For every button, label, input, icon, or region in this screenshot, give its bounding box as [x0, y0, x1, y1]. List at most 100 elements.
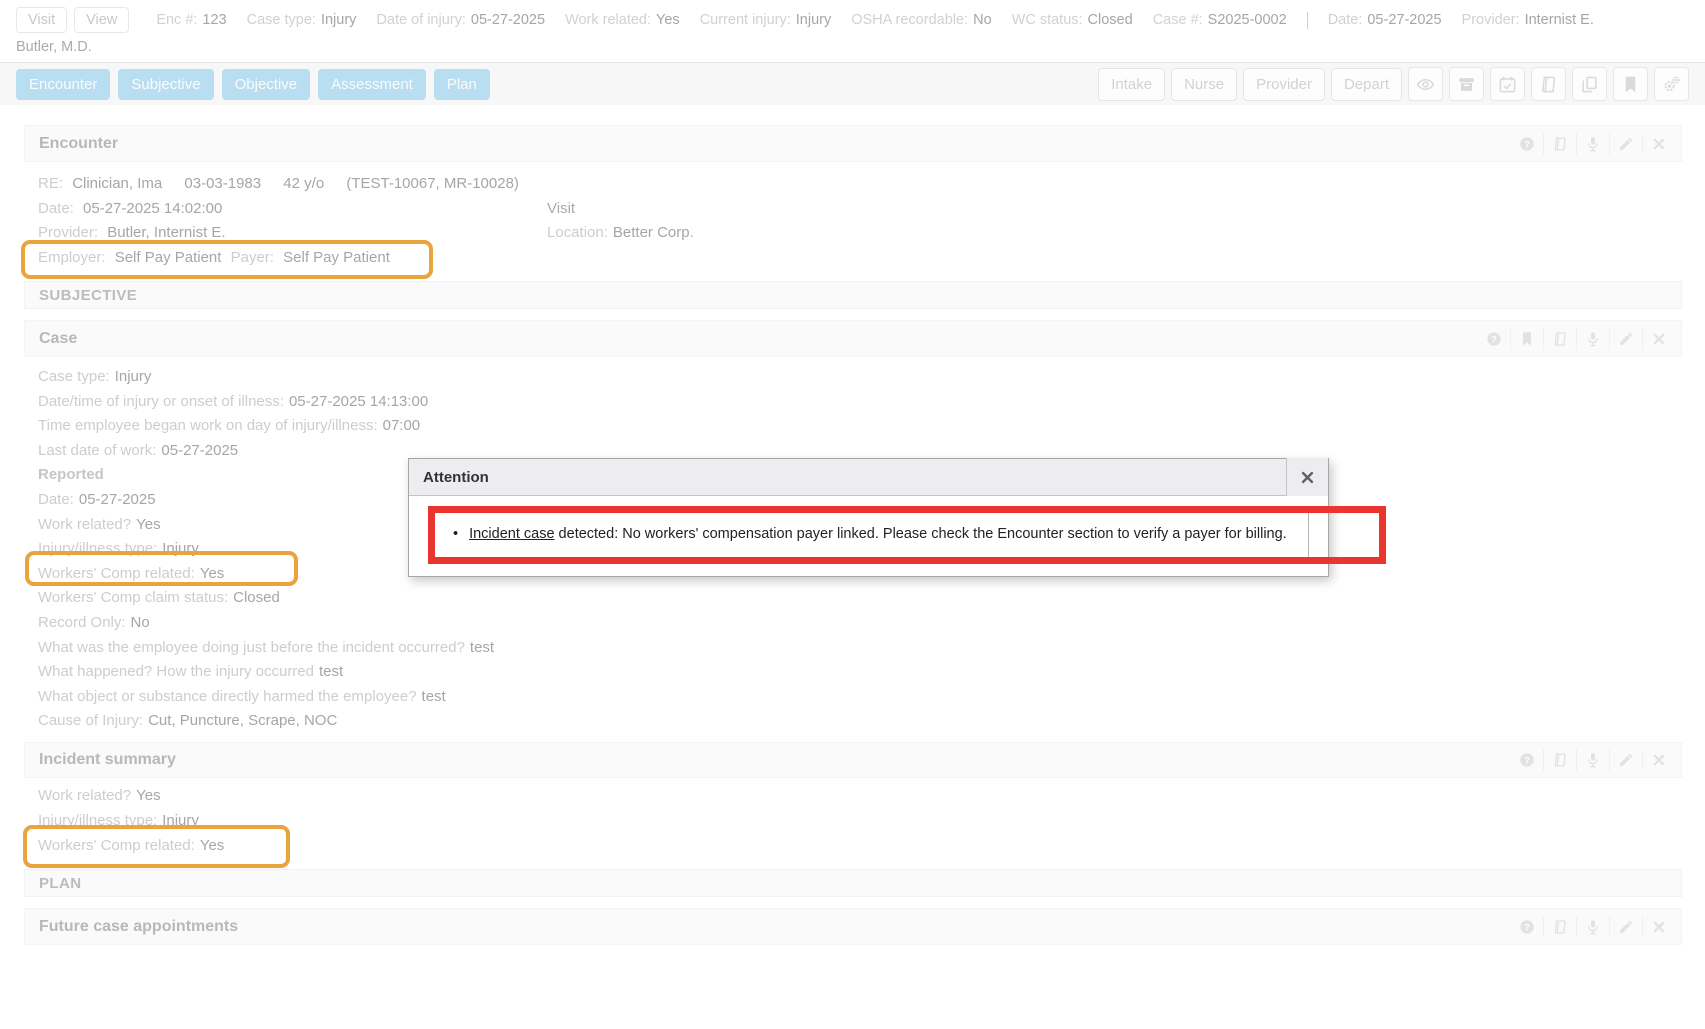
svg-text:?: ? — [1524, 922, 1530, 932]
employer-label: Employer: — [38, 249, 106, 266]
field-label: Workers' Comp related: — [38, 837, 195, 854]
close-icon[interactable] — [1642, 133, 1675, 155]
field-value: Yes — [200, 837, 224, 854]
workers-comp-related-row: Workers' Comp related: Yes — [38, 834, 1682, 859]
book-icon[interactable] — [1543, 916, 1576, 938]
field-value: 05-27-2025 — [1367, 12, 1441, 28]
incident-case-link[interactable]: Incident case — [469, 526, 554, 542]
payer-label: Payer: — [231, 249, 274, 266]
field-value: Injury — [796, 12, 831, 28]
bookmark-icon[interactable] — [1510, 328, 1543, 350]
incident-summary-section: Incident summary ? Work related?Yes Inju… — [24, 742, 1682, 858]
encounter-date-row: Date: 05-27-2025 14:02:00 Visit — [38, 197, 1682, 222]
plan-band: PLAN — [24, 869, 1682, 897]
section-title: Incident summary — [39, 751, 176, 769]
nurse-button[interactable]: Nurse — [1171, 68, 1237, 101]
eye-icon[interactable] — [1408, 67, 1443, 101]
field-row: What object or substance directly harmed… — [38, 685, 1682, 710]
tab-assessment[interactable]: Assessment — [318, 69, 426, 100]
microphone-icon[interactable] — [1576, 133, 1609, 155]
help-icon[interactable]: ? — [1510, 916, 1543, 938]
help-icon[interactable]: ? — [1477, 328, 1510, 350]
visit-heading: Visit — [547, 197, 575, 222]
gears-icon[interactable] — [1654, 67, 1689, 101]
field-label: Date/time of injury or onset of illness: — [38, 393, 284, 410]
location-field: Location:Better Corp. — [547, 221, 694, 246]
edit-icon[interactable] — [1609, 328, 1642, 350]
field-value: No — [131, 614, 150, 631]
book-icon[interactable] — [1543, 328, 1576, 350]
tab-plan[interactable]: Plan — [434, 69, 490, 100]
book-icon[interactable] — [1543, 749, 1576, 771]
field-value: 123 — [202, 12, 226, 28]
header-divider — [1307, 12, 1308, 29]
re-label: RE: — [38, 175, 63, 192]
encounter-toolbar: Encounter Subjective Objective Assessmen… — [0, 62, 1705, 105]
field-label: Provider: — [1462, 12, 1520, 28]
tab-encounter[interactable]: Encounter — [16, 69, 110, 100]
depart-button[interactable]: Depart — [1331, 68, 1402, 101]
book-icon[interactable] — [1531, 67, 1566, 101]
help-icon[interactable]: ? — [1510, 749, 1543, 771]
provider-button[interactable]: Provider — [1243, 68, 1325, 101]
field-value: Yes — [136, 787, 160, 804]
payer-value: Self Pay Patient — [283, 249, 390, 266]
field-label: Date: — [1328, 12, 1363, 28]
field-value: Injury — [115, 368, 152, 385]
field-value: Injury — [321, 12, 356, 28]
intake-button[interactable]: Intake — [1098, 68, 1165, 101]
field-row: Date/time of injury or onset of illness:… — [38, 390, 1682, 415]
visit-heading-text: Visit — [547, 200, 575, 217]
patient-re-row: RE: Clinician, Ima 03-03-1983 42 y/o (TE… — [38, 172, 1682, 197]
field-label: Injury/illness type: — [38, 540, 157, 557]
field-value: Injury — [162, 540, 199, 557]
encounter-provider-row: Provider: Butler, Internist E. Location:… — [38, 221, 1682, 246]
edit-icon[interactable] — [1609, 133, 1642, 155]
field-row: Workers' Comp claim status:Closed — [38, 586, 1682, 611]
close-icon[interactable] — [1642, 328, 1675, 350]
field-label: Record Only: — [38, 614, 126, 631]
microphone-icon[interactable] — [1576, 749, 1609, 771]
toolbar-right-group: Intake Nurse Provider Depart — [1098, 67, 1689, 101]
visit-button[interactable]: Visit — [16, 7, 67, 33]
edit-icon[interactable] — [1609, 916, 1642, 938]
tab-objective[interactable]: Objective — [222, 69, 311, 100]
encounter-page: Visit View Enc #:123 Case type:Injury Da… — [0, 0, 1705, 1029]
encounter-section: Encounter ? RE: Clinician, Ima 03-03-198… — [24, 125, 1682, 270]
field-value: No — [973, 12, 992, 28]
tab-subjective[interactable]: Subjective — [118, 69, 213, 100]
section-title: Case — [39, 330, 77, 348]
provider-name-wrap: Butler, M.D. — [16, 39, 1689, 55]
close-icon[interactable] — [1642, 749, 1675, 771]
case-number-field: Case #:S2025-0002 — [1153, 12, 1287, 28]
attention-modal-header: Attention — [409, 459, 1328, 496]
section-title: Encounter — [39, 135, 118, 153]
field-value: S2025-0002 — [1208, 12, 1287, 28]
microphone-icon[interactable] — [1576, 916, 1609, 938]
close-icon[interactable] — [1642, 916, 1675, 938]
case-header-bar: Visit View Enc #:123 Case type:Injury Da… — [0, 0, 1705, 58]
field-value: 07:00 — [383, 417, 421, 434]
alert-message-box: •Incident case detected: No workers' com… — [428, 510, 1309, 559]
copy-icon[interactable] — [1572, 67, 1607, 101]
field-label: WC status: — [1012, 12, 1083, 28]
close-icon[interactable] — [1286, 458, 1328, 496]
alert-message-text: detected: No workers' compensation payer… — [555, 526, 1287, 542]
provider-field: Provider:Internist E. — [1462, 12, 1594, 28]
field-label: Enc #: — [156, 12, 197, 28]
edit-icon[interactable] — [1609, 749, 1642, 771]
bookmark-icon[interactable] — [1613, 67, 1648, 101]
help-icon[interactable]: ? — [1510, 133, 1543, 155]
field-label: Work related? — [38, 787, 131, 804]
section-actions: ? — [1510, 916, 1675, 938]
encounter-section-header: Encounter ? — [24, 125, 1682, 162]
field-label: OSHA recordable: — [851, 12, 968, 28]
employer-value: Self Pay Patient — [115, 249, 222, 266]
calendar-check-icon[interactable] — [1490, 67, 1525, 101]
view-button[interactable]: View — [74, 7, 129, 33]
book-icon[interactable] — [1543, 133, 1576, 155]
microphone-icon[interactable] — [1576, 328, 1609, 350]
field-label: Work related: — [565, 12, 651, 28]
archive-icon[interactable] — [1449, 67, 1484, 101]
subjective-band: SUBJECTIVE — [24, 281, 1682, 309]
